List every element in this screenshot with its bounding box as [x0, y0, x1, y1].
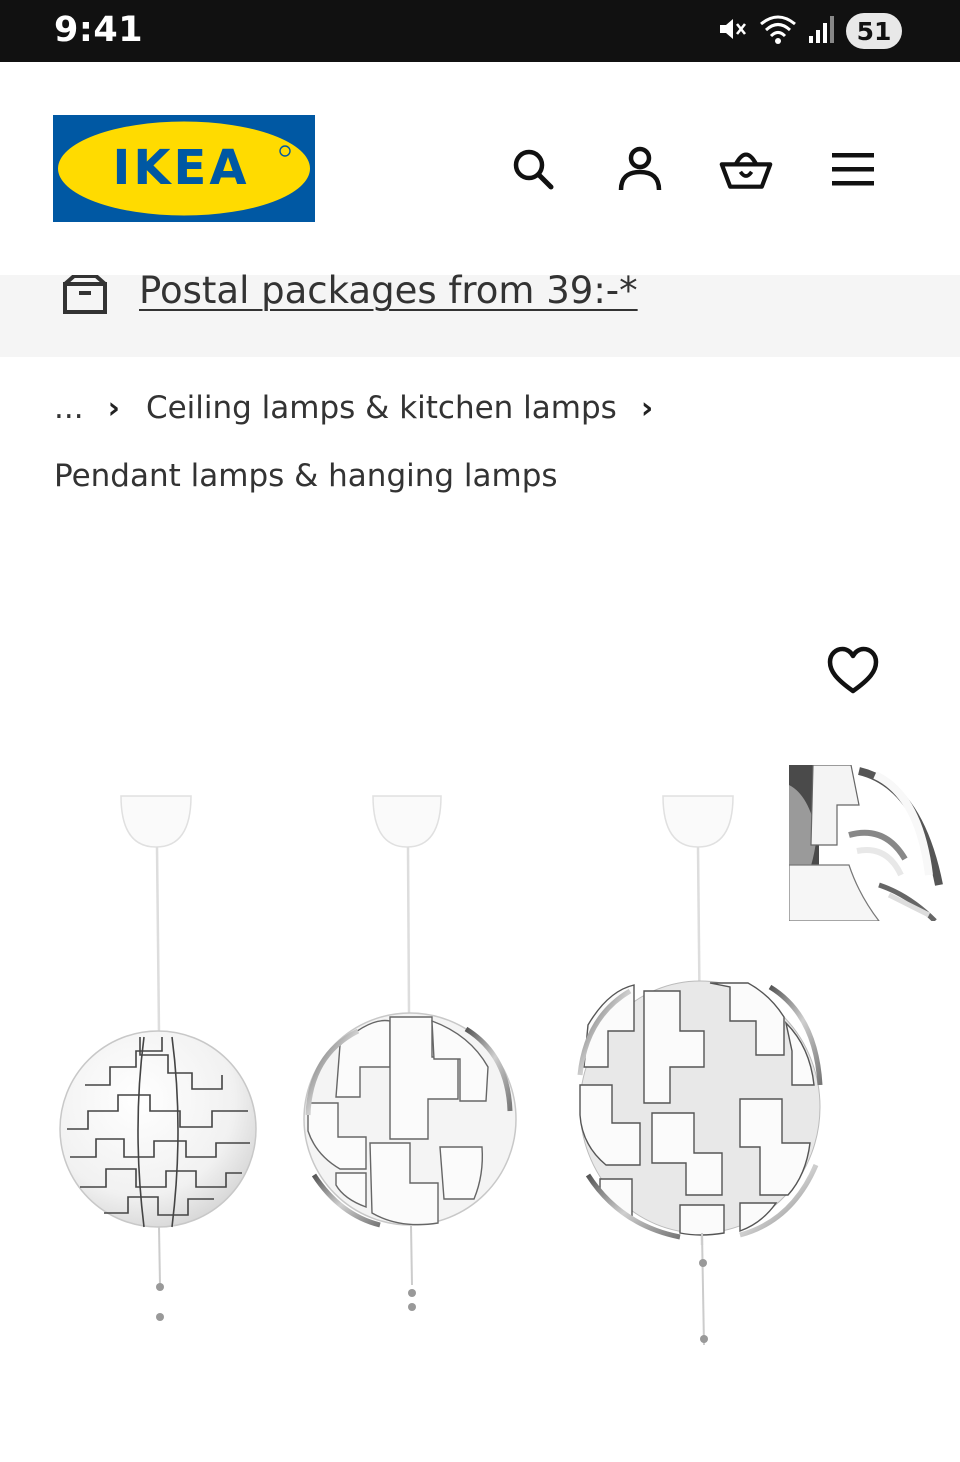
- lamp-open: [577, 795, 823, 1346]
- lamp-half-open: [303, 795, 517, 1311]
- ikea-logo[interactable]: IKEA: [53, 115, 315, 222]
- status-icons: 51: [716, 12, 902, 50]
- battery-indicator: 51: [846, 13, 902, 49]
- site-header: IKEA: [0, 62, 960, 275]
- status-time: 9:41: [54, 10, 144, 50]
- breadcrumb-ceiling-lamps[interactable]: Ceiling lamps & kitchen lamps: [146, 390, 617, 426]
- promo-banner: Postal packages from 39:-*: [0, 269, 960, 357]
- mute-icon: [716, 13, 748, 49]
- header-actions: [500, 142, 900, 196]
- search-icon[interactable]: [506, 142, 560, 196]
- breadcrumb-pendant-lamps[interactable]: Pendant lamps & hanging lamps: [54, 458, 558, 494]
- package-icon: [62, 274, 108, 321]
- basket-icon[interactable]: [719, 142, 773, 196]
- heart-icon[interactable]: [826, 645, 880, 699]
- breadcrumb-separator: ›: [107, 390, 120, 426]
- svg-text:IKEA: IKEA: [113, 140, 250, 196]
- breadcrumb-ellipsis[interactable]: ...: [54, 390, 84, 426]
- account-icon[interactable]: [613, 142, 667, 196]
- breadcrumb-separator: ›: [640, 390, 654, 426]
- lamp-closed: [59, 795, 257, 1321]
- signal-icon: [808, 14, 836, 48]
- menu-icon[interactable]: [826, 142, 880, 196]
- promo-link[interactable]: Postal packages from 39:-*: [139, 269, 638, 312]
- lamp-detail-thumbnail[interactable]: [789, 765, 944, 921]
- status-bar: 9:41 51: [0, 0, 960, 62]
- wifi-icon: [758, 12, 798, 50]
